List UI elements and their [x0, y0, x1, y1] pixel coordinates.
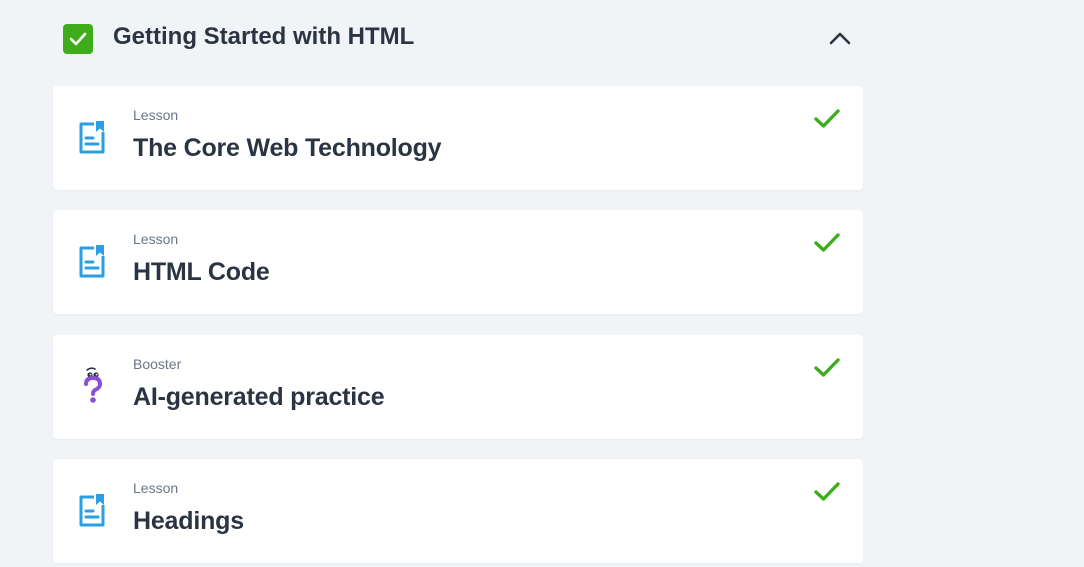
list-item[interactable]: Lesson Headings [53, 459, 863, 563]
item-type: Lesson [133, 480, 179, 496]
question-mark-icon [84, 367, 103, 403]
chevron-up-icon[interactable] [826, 26, 854, 50]
item-type: Booster [133, 356, 182, 372]
checkbox-checked-icon [63, 24, 93, 54]
section-title: Getting Started with HTML [113, 23, 415, 50]
check-icon [814, 358, 840, 377]
item-title: Headings [133, 507, 244, 535]
item-title: The Core Web Technology [133, 134, 442, 162]
item-title: HTML Code [133, 258, 270, 286]
check-icon [814, 109, 840, 128]
lesson-document-icon [79, 494, 105, 527]
check-icon [814, 233, 840, 252]
lesson-document-icon [79, 121, 105, 154]
lesson-document-icon [79, 245, 105, 278]
section-header[interactable]: Getting Started with HTML [53, 14, 863, 62]
item-type: Lesson [133, 231, 179, 247]
check-icon [814, 482, 840, 501]
module-section: Getting Started with HTML Lesson The Cor… [0, 0, 1084, 567]
list-item[interactable]: Booster AI-generated practice [53, 335, 863, 439]
item-title: AI-generated practice [133, 383, 385, 411]
item-type: Lesson [133, 107, 179, 123]
list-item[interactable]: Lesson HTML Code [53, 210, 863, 314]
list-item[interactable]: Lesson The Core Web Technology [53, 86, 863, 190]
